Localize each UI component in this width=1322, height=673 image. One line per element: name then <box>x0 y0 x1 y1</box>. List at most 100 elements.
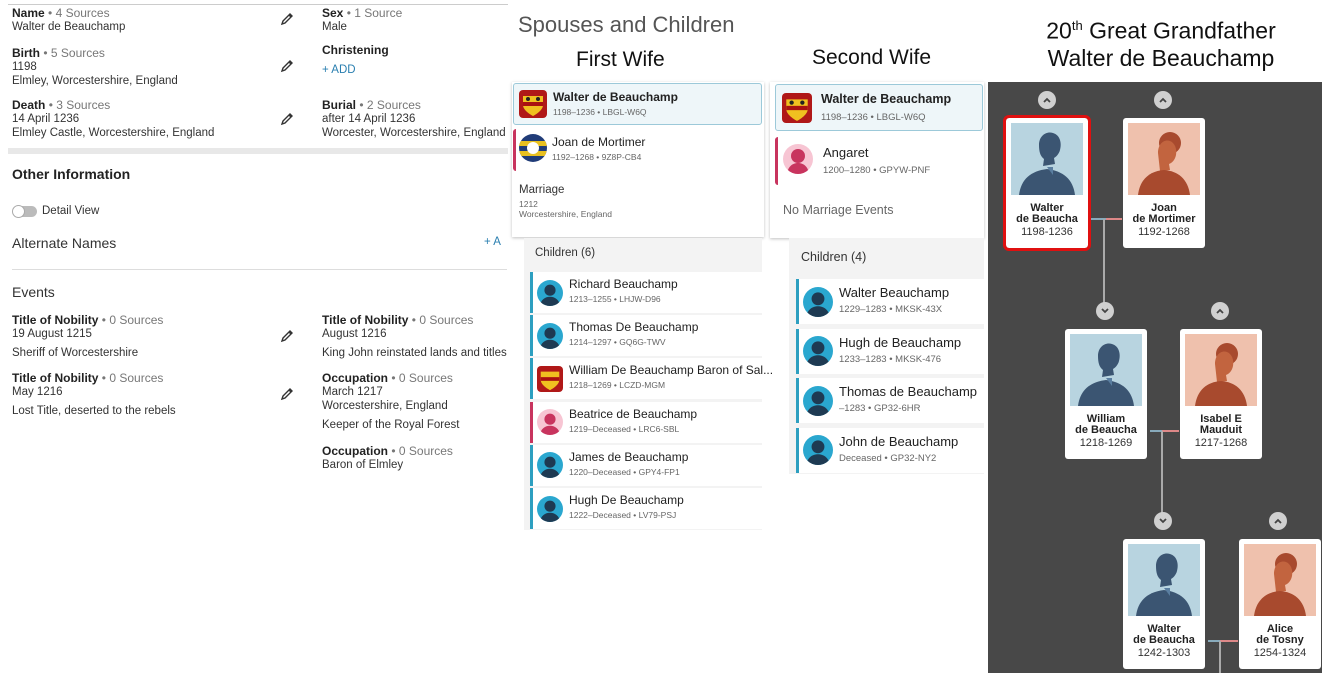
event-item[interactable]: Occupation • 0 Sources March 1217 Worces… <box>322 371 459 432</box>
children-count: Children (4) <box>801 250 867 264</box>
burial-place: Worcester, Worcestershire, England <box>322 127 506 139</box>
person-last-name: de Beaucha <box>1075 424 1137 436</box>
birth-label[interactable]: Birth • 5 Sources <box>12 46 105 60</box>
child-row[interactable]: James de Beauchamp 1220–Deceased • GPY4-F… <box>530 444 762 486</box>
husband-card[interactable]: Walter de Beauchamp 1198–1236 • LBGL-W6Q <box>513 83 762 125</box>
pencil-icon[interactable] <box>279 58 295 74</box>
name-value: Walter de Beauchamp <box>12 21 126 33</box>
coat-of-arms-icon <box>782 93 812 123</box>
person-last-name: de Tosny <box>1256 634 1304 646</box>
birth-place: Elmley, Worcestershire, England <box>12 75 178 87</box>
tree-connector <box>1162 430 1179 432</box>
child-row[interactable]: Thomas de Beauchamp –1283 • GP32-6HR <box>796 378 984 423</box>
child-row[interactable]: William De Beauchamp Baron of Sal... 1218… <box>530 358 773 400</box>
pencil-icon[interactable] <box>279 328 295 344</box>
event-item[interactable]: Title of Nobility • 0 Sources 19 August … <box>12 313 163 360</box>
husband-meta: 1198–1236 • LBGL-W6Q <box>553 107 647 117</box>
tree-connector <box>1103 219 1105 307</box>
vitals-panel: Name • 4 Sources Walter de Beauchamp Sex… <box>0 0 510 673</box>
husband-card[interactable]: Walter de Beauchamp 1198–1236 • LBGL-W6Q <box>775 84 983 131</box>
tree-person-card[interactable]: Joan de Mortimer 1192-1268 <box>1123 118 1205 248</box>
event-item[interactable]: Occupation • 0 Sources Baron of Elmley <box>322 444 453 472</box>
female-silhouette-icon <box>783 144 813 174</box>
person-years: 1218-1269 <box>1079 437 1133 449</box>
person-years: 1254-1324 <box>1253 647 1307 659</box>
event-item[interactable]: Title of Nobility • 0 Sources August 121… <box>322 313 507 360</box>
child-name: Richard Beauchamp <box>569 277 678 291</box>
child-meta: Deceased • GP32-NY2 <box>839 452 937 464</box>
male-silhouette-icon <box>537 279 563 306</box>
wife-meta: 1200–1280 • GPYW-PNF <box>823 165 931 176</box>
add-alternate-name-button[interactable]: + A <box>484 236 501 248</box>
child-meta: 1218–1269 • LCZD-MGM <box>569 380 666 391</box>
chevron-down-icon[interactable] <box>1154 512 1172 530</box>
child-name: Beatrice de Beauchamp <box>569 406 698 421</box>
child-name: Thomas De Beauchamp <box>569 320 699 335</box>
sex-label[interactable]: Sex • 1 Source <box>322 6 402 20</box>
event-item[interactable]: Title of Nobility • 0 Sources May 1216 L… <box>12 371 176 418</box>
child-row[interactable]: Beatrice de Beauchamp 1219–Deceased • LRC… <box>530 401 762 443</box>
child-meta: 1229–1283 • MKSK-43X <box>839 304 943 315</box>
child-row[interactable]: John de Beauchamp Deceased • GP32-NY2 <box>796 427 984 473</box>
toggle-icon[interactable] <box>12 205 37 218</box>
chevron-up-icon[interactable] <box>1154 91 1172 109</box>
female-silhouette-icon <box>537 409 563 436</box>
child-meta: 1220–Deceased • GPY4-FP1 <box>569 466 680 477</box>
child-row[interactable]: Richard Beauchamp 1213–1255 • LHJW-D96 <box>530 272 762 313</box>
child-name: Walter Beauchamp <box>839 285 950 300</box>
divider <box>12 269 507 270</box>
death-place: Elmley Castle, Worcestershire, England <box>12 127 215 139</box>
coat-of-arms-icon <box>537 365 563 392</box>
marriage-event[interactable]: Marriage 1212 Worcestershire, England <box>519 184 612 219</box>
birth-date: 1198 <box>12 61 37 73</box>
male-silhouette-icon <box>537 495 563 522</box>
tree-person-card[interactable]: William de Beaucha 1218-1269 <box>1065 329 1147 459</box>
first-wife-heading: First Wife <box>576 48 665 71</box>
child-name: Hugh de Beauchamp <box>839 334 962 350</box>
male-silhouette-icon <box>1128 544 1200 616</box>
husband-name: Walter de Beauchamp <box>821 92 952 106</box>
pencil-icon[interactable] <box>279 111 295 127</box>
child-row[interactable]: Thomas De Beauchamp 1214–1297 • GQ6G-TWV <box>530 315 762 357</box>
male-silhouette-icon <box>803 435 833 465</box>
chevron-up-icon[interactable] <box>1269 512 1287 530</box>
child-row[interactable]: Walter Beauchamp 1229–1283 • MKSK-43X <box>796 279 984 324</box>
child-row[interactable]: Hugh De Beauchamp 1222–Deceased • LV79-PS… <box>530 488 762 529</box>
child-name: John de Beauchamp <box>839 433 959 449</box>
tree-connector <box>1161 431 1163 521</box>
husband-name: Walter de Beauchamp <box>553 90 678 104</box>
death-date: 14 April 1236 <box>12 113 80 125</box>
tree-person-card[interactable]: Alice de Tosny 1254-1324 <box>1239 539 1321 669</box>
tree-person-card[interactable]: Walter de Beaucha 1198-1236 <box>1003 115 1091 251</box>
alternate-names-title: Alternate Names <box>12 235 117 251</box>
tree-connector <box>1219 641 1221 673</box>
tree-title-name: Walter de Beauchamp <box>1047 44 1275 71</box>
chevron-up-icon[interactable] <box>1211 302 1229 320</box>
second-wife-heading: Second Wife <box>812 46 932 69</box>
tree-person-card[interactable]: Isabel E Mauduit 1217-1268 <box>1180 329 1262 459</box>
coat-of-arms-icon <box>519 90 547 118</box>
coat-of-arms-icon <box>519 134 547 162</box>
wife-card[interactable]: Angaret 1200–1280 • GPYW-PNF <box>775 137 983 185</box>
wife-card[interactable]: Joan de Mortimer 1192–1268 • 9Z8P-CB4 <box>513 129 762 171</box>
child-meta: –1283 • GP32-6HR <box>839 403 921 414</box>
person-years: 1217-1268 <box>1194 437 1248 449</box>
child-row[interactable]: Hugh de Beauchamp 1233–1283 • MKSK-476 <box>796 328 984 374</box>
pencil-icon[interactable] <box>279 11 295 27</box>
person-last-name: de Beaucha <box>1133 634 1195 646</box>
pencil-icon[interactable] <box>279 386 295 402</box>
wife-meta: 1192–1268 • 9Z8P-CB4 <box>552 152 642 162</box>
chevron-down-icon[interactable] <box>1096 302 1114 320</box>
male-silhouette-icon <box>803 286 833 317</box>
male-silhouette-icon <box>1070 334 1142 406</box>
death-label[interactable]: Death • 3 Sources <box>12 98 110 112</box>
child-name: James de Beauchamp <box>569 449 689 464</box>
add-christening-button[interactable]: + ADD <box>322 64 356 76</box>
burial-label[interactable]: Burial • 2 Sources <box>322 98 421 112</box>
chevron-up-icon[interactable] <box>1038 91 1056 109</box>
children-count: Children (6) <box>535 247 596 259</box>
tree-connector <box>1106 218 1122 220</box>
name-label[interactable]: Name • 4 Sources <box>12 6 110 20</box>
name-sources[interactable]: • 4 Sources <box>48 6 110 20</box>
tree-person-card[interactable]: Walter de Beaucha 1242-1303 <box>1123 539 1205 669</box>
